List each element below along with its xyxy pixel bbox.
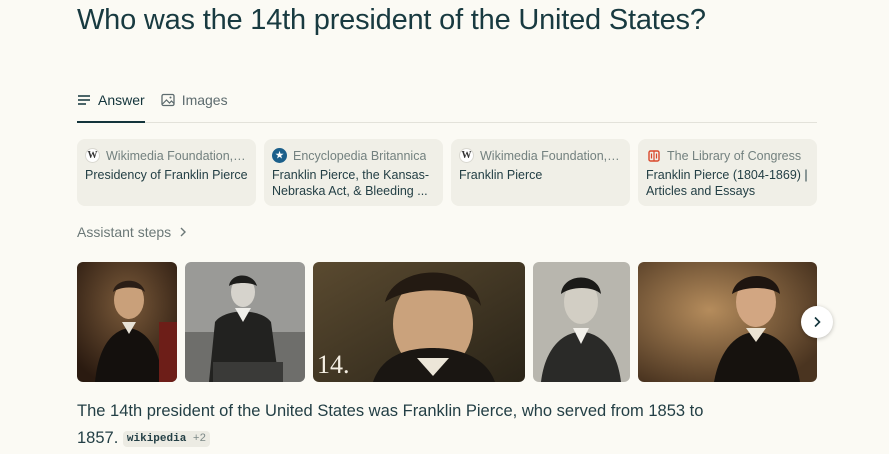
source-site: Wikimedia Foundation, I... <box>106 148 248 163</box>
image-thumbnail[interactable] <box>77 262 177 382</box>
citation-badge[interactable]: wikipedia +2 <box>122 431 211 447</box>
tab-label: Answer <box>98 92 145 108</box>
tab-label: Images <box>181 92 228 108</box>
portrait-image <box>638 262 817 382</box>
source-card[interactable]: The Library of Congress Franklin Pierce … <box>638 139 817 206</box>
image-thumbnail[interactable] <box>185 262 305 382</box>
portrait-image <box>185 262 305 382</box>
tab-images[interactable]: Images <box>161 88 228 123</box>
list-icon <box>78 95 90 105</box>
portrait-image <box>77 262 177 382</box>
library-of-congress-icon <box>646 148 661 163</box>
source-title: Franklin Pierce <box>459 168 543 182</box>
wikipedia-icon: W <box>85 148 100 163</box>
chevron-right-icon <box>180 227 187 237</box>
image-thumbnail[interactable] <box>533 262 630 382</box>
source-title: Franklin Pierce, the Kansas-Nebraska Act… <box>272 168 430 198</box>
result-tabs: Answer Images <box>77 88 817 123</box>
citation-source: wikipedia <box>126 433 187 445</box>
source-title: Franklin Pierce (1804-1869) | Articles a… <box>646 168 808 198</box>
source-site: The Library of Congress <box>667 148 802 163</box>
source-card[interactable]: W Wikimedia Foundation, I... Presidency … <box>77 139 256 206</box>
portrait-image <box>533 262 630 382</box>
source-card[interactable]: ★ Encyclopedia Britannica Franklin Pierc… <box>264 139 443 206</box>
citation-more-count: +2 <box>192 433 207 445</box>
answer-paragraph: The 14th president of the United States … <box>77 398 717 452</box>
chevron-right-icon <box>814 316 821 328</box>
image-thumbnail[interactable]: 14. <box>313 262 525 382</box>
source-card[interactable]: W Wikimedia Foundation, I... Franklin Pi… <box>451 139 630 206</box>
sources-row: W Wikimedia Foundation, I... Presidency … <box>77 139 817 206</box>
source-title: Presidency of Franklin Pierce <box>85 168 248 182</box>
image-caption: 14. <box>317 350 350 379</box>
tab-answer[interactable]: Answer <box>77 88 145 123</box>
assistant-steps-label: Assistant steps <box>77 224 172 240</box>
source-site: Encyclopedia Britannica <box>293 148 427 163</box>
assistant-steps-toggle[interactable]: Assistant steps <box>77 224 187 240</box>
wikipedia-icon: W <box>459 148 474 163</box>
source-site: Wikimedia Foundation, I... <box>480 148 622 163</box>
image-thumbnail[interactable] <box>638 262 817 382</box>
question-title: Who was the 14th president of the United… <box>77 4 706 36</box>
carousel-next-button[interactable] <box>801 306 833 338</box>
britannica-icon: ★ <box>272 148 287 163</box>
image-icon <box>161 93 175 107</box>
